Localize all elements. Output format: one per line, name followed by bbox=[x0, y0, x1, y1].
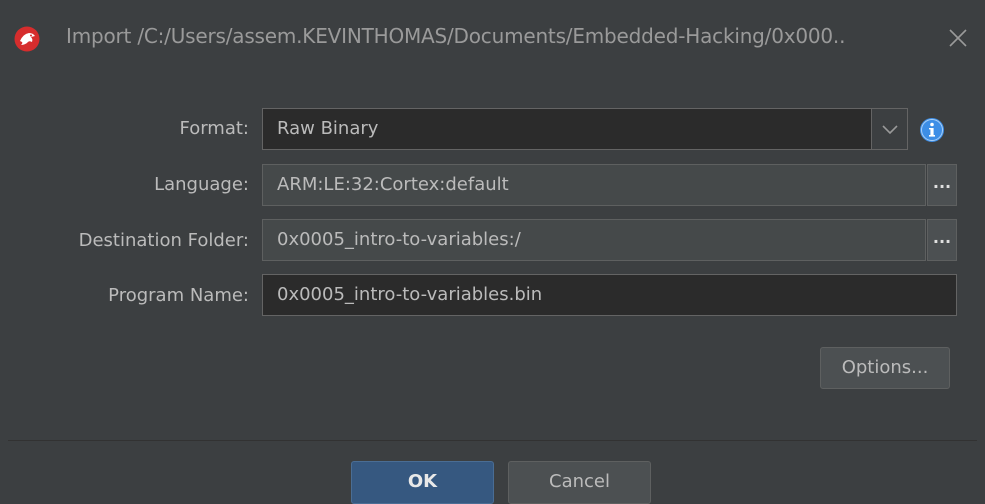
info-icon[interactable] bbox=[918, 116, 946, 144]
program-name-input[interactable]: 0x0005_intro-to-variables.bin bbox=[262, 274, 957, 316]
destination-field: 0x0005_intro-to-variables:/ bbox=[262, 219, 926, 261]
language-label: Language: bbox=[154, 174, 249, 195]
language-browse-button[interactable]: ... bbox=[927, 164, 957, 206]
window-title: Import /C:/Users/assem.KEVINTHOMAS/Docum… bbox=[66, 24, 846, 48]
format-value: Raw Binary bbox=[277, 118, 379, 139]
destination-browse-button[interactable]: ... bbox=[927, 219, 957, 261]
ghidra-dragon-icon bbox=[14, 26, 40, 52]
ok-button[interactable]: OK bbox=[351, 461, 494, 504]
options-button[interactable]: Options... bbox=[820, 347, 950, 389]
chevron-down-icon[interactable] bbox=[871, 109, 907, 149]
title-bar: Import /C:/Users/assem.KEVINTHOMAS/Docum… bbox=[0, 0, 985, 80]
format-select[interactable]: Raw Binary bbox=[262, 108, 908, 150]
format-label: Format: bbox=[179, 118, 250, 139]
destination-label: Destination Folder: bbox=[78, 230, 249, 251]
close-icon[interactable] bbox=[944, 24, 972, 52]
program-name-label: Program Name: bbox=[108, 285, 249, 306]
language-field: ARM:LE:32:Cortex:default bbox=[262, 164, 926, 206]
cancel-button[interactable]: Cancel bbox=[508, 461, 651, 504]
import-dialog: Import /C:/Users/assem.KEVINTHOMAS/Docum… bbox=[0, 0, 985, 504]
